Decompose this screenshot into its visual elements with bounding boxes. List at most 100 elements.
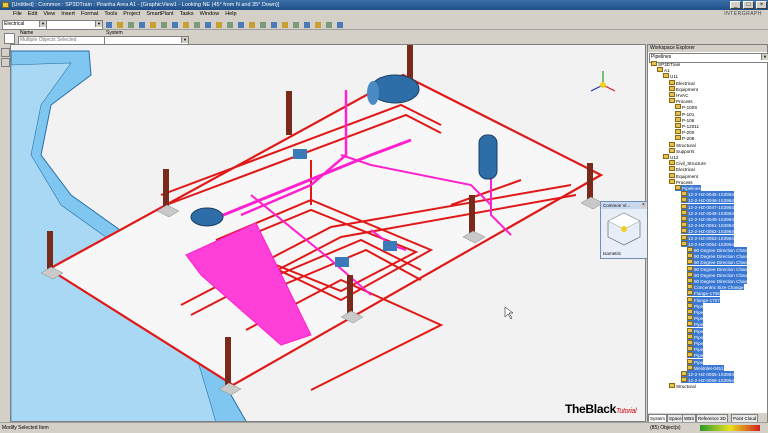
menu-tools[interactable]: Tools — [101, 10, 120, 19]
tree-item[interactable]: 12-2-HZ-0053-1S3964 — [681, 234, 734, 241]
folder-icon — [669, 98, 675, 104]
tree-item[interactable]: 90 Degree Direction Chan — [687, 247, 748, 253]
watermark-sub: Tutorial — [615, 408, 637, 415]
folder-icon — [669, 92, 675, 97]
task-combo[interactable]: Electrical ▼ — [2, 20, 47, 30]
tree-item[interactable]: Pipe — [687, 327, 704, 334]
menu-file[interactable]: File — [10, 10, 25, 19]
folder-icon — [687, 265, 693, 271]
tree-item[interactable]: Structural — [669, 141, 696, 148]
tree-item[interactable]: P-106 — [675, 116, 694, 123]
tree-item[interactable]: Supports — [669, 147, 694, 154]
app-icon[interactable] — [2, 2, 9, 8]
tree-item[interactable]: 90 Degree Direction Chan — [687, 278, 748, 284]
tree-item[interactable]: Equipment — [669, 85, 698, 92]
tree-item[interactable]: P-12011 — [675, 123, 699, 129]
tree-item[interactable]: Pipe — [687, 321, 704, 328]
view-cube-icon[interactable] — [605, 211, 643, 247]
folder-icon — [687, 247, 693, 252]
tree-item[interactable]: Weldolet-0451 — [687, 364, 724, 371]
tree-item[interactable]: Process — [669, 178, 693, 185]
view-compass-icon[interactable] — [590, 71, 616, 92]
folder-icon — [687, 296, 693, 302]
tree-item[interactable]: 90 Degree Direction Chan — [687, 265, 748, 272]
menu-smartplant[interactable]: SmartPlant — [143, 10, 176, 19]
graphic-view-3d[interactable] — [10, 44, 646, 422]
tree-item[interactable]: 12-2-HZ-0054-1S3964 — [681, 240, 734, 247]
menu-help[interactable]: Help — [222, 10, 239, 19]
tree-item[interactable]: U12 — [663, 154, 678, 160]
close-icon[interactable]: × — [641, 203, 646, 208]
mouse-cursor-icon — [504, 306, 514, 320]
tree-item[interactable]: P-200 — [675, 129, 694, 135]
tree-item[interactable]: Civil_Structure — [669, 160, 706, 166]
select-filter-icon[interactable] — [4, 33, 15, 44]
chevron-down-icon[interactable]: ▼ — [761, 54, 768, 60]
tree-item[interactable]: 12-2-HZ-0052-1S3964 — [681, 228, 734, 235]
tree-item[interactable]: 90 Degree Direction Chan — [687, 253, 748, 260]
minimize-button[interactable]: _ — [730, 1, 741, 9]
tree-item[interactable]: 90 Degree Direction Chan — [687, 271, 748, 278]
tree-item[interactable]: 90 Degree Direction Chan — [687, 259, 748, 266]
menu-window[interactable]: Window — [197, 10, 223, 19]
filter-combo[interactable]: ▼ — [46, 20, 103, 30]
tree-item[interactable]: Electrical — [669, 166, 695, 172]
tree-item[interactable]: 12-2-HZ-0048-1S3964 — [681, 209, 734, 216]
tree-item[interactable]: Structural — [669, 383, 696, 389]
tree-item[interactable]: Pipe — [687, 309, 704, 315]
common-views-window[interactable]: Common Vi... × Isometric — [600, 201, 648, 259]
folder-icon — [687, 346, 693, 352]
folder-icon — [663, 73, 669, 79]
menu-format[interactable]: Format — [78, 10, 101, 19]
tree-item[interactable]: 12-2-HZ-0055-1S3964 — [681, 371, 734, 377]
folder-icon — [681, 203, 687, 209]
tree-item[interactable]: U11 — [663, 73, 678, 79]
common-views-label: Isometric — [603, 251, 622, 256]
chevron-down-icon[interactable]: ▼ — [95, 21, 102, 27]
tree-item[interactable]: P-100S — [675, 104, 697, 110]
tree-item[interactable]: Pipelines — [675, 185, 701, 191]
select-tool-icon[interactable] — [1, 48, 10, 57]
tree-item[interactable]: P-208 — [675, 135, 694, 141]
tree-item[interactable]: 12-2-HZ-0051-1S3964 — [681, 222, 734, 229]
plant-model-render[interactable] — [11, 45, 646, 422]
folder-icon — [669, 85, 675, 91]
tree-item[interactable]: Concentric Size Change — [687, 284, 744, 291]
tree-item[interactable]: 12-2-HZ-0047-1S3964 — [681, 203, 734, 210]
tree-item[interactable]: Electrical — [669, 79, 695, 86]
tree-item[interactable]: 12-2-HZ-0046-1S3964 — [681, 197, 734, 204]
menu-project[interactable]: Project — [120, 10, 143, 19]
tree-item[interactable]: Pipe — [687, 346, 704, 353]
tree-item[interactable]: SP3DTrain — [651, 61, 680, 67]
menu-view[interactable]: View — [40, 10, 58, 19]
folder-icon — [675, 104, 681, 110]
tree-item[interactable]: Flange-1706 — [687, 290, 720, 297]
tree-item[interactable]: 12-2-HZ-0045-1S3964 — [681, 191, 734, 198]
close-button[interactable]: × — [756, 1, 767, 9]
tree-item[interactable]: Equipment — [669, 172, 698, 179]
folder-icon — [687, 309, 693, 314]
menu-insert[interactable]: Insert — [58, 10, 78, 19]
tree-item[interactable]: Pipe — [687, 333, 704, 340]
tree-item[interactable]: Flange-1707 — [687, 296, 720, 303]
route-tool-icon[interactable] — [1, 58, 10, 67]
tree-item[interactable]: 12-2-HZ-0056-1S3964 — [681, 377, 734, 384]
menu-edit[interactable]: Edit — [25, 10, 40, 19]
tree-item[interactable]: HVAC — [669, 92, 688, 98]
chevron-down-icon[interactable]: ▼ — [39, 21, 46, 27]
tree-item[interactable]: Pipe — [687, 302, 704, 309]
tree-item[interactable]: A1 — [657, 67, 670, 73]
chevron-down-icon[interactable]: ▼ — [181, 37, 188, 43]
tree-item[interactable]: Pipe — [687, 315, 704, 322]
workspace-tree[interactable]: SP3DTrain A1 U11 Electrical Equipment HVAC Pro… — [648, 61, 767, 405]
tree-item[interactable]: Pipe — [687, 358, 704, 365]
tree-item[interactable]: Pipe — [687, 352, 704, 359]
maximize-button[interactable]: □ — [743, 1, 754, 9]
folder-icon — [687, 358, 693, 364]
tree-item[interactable]: P-101 — [675, 110, 694, 117]
tree-item[interactable]: 12-2-HZ-0049-1S3964 — [681, 216, 734, 222]
menu-tasks[interactable]: Tasks — [177, 10, 197, 19]
folder-icon — [669, 178, 675, 184]
tree-item[interactable]: Process — [669, 98, 693, 104]
tree-item[interactable]: Pipe — [687, 340, 704, 346]
